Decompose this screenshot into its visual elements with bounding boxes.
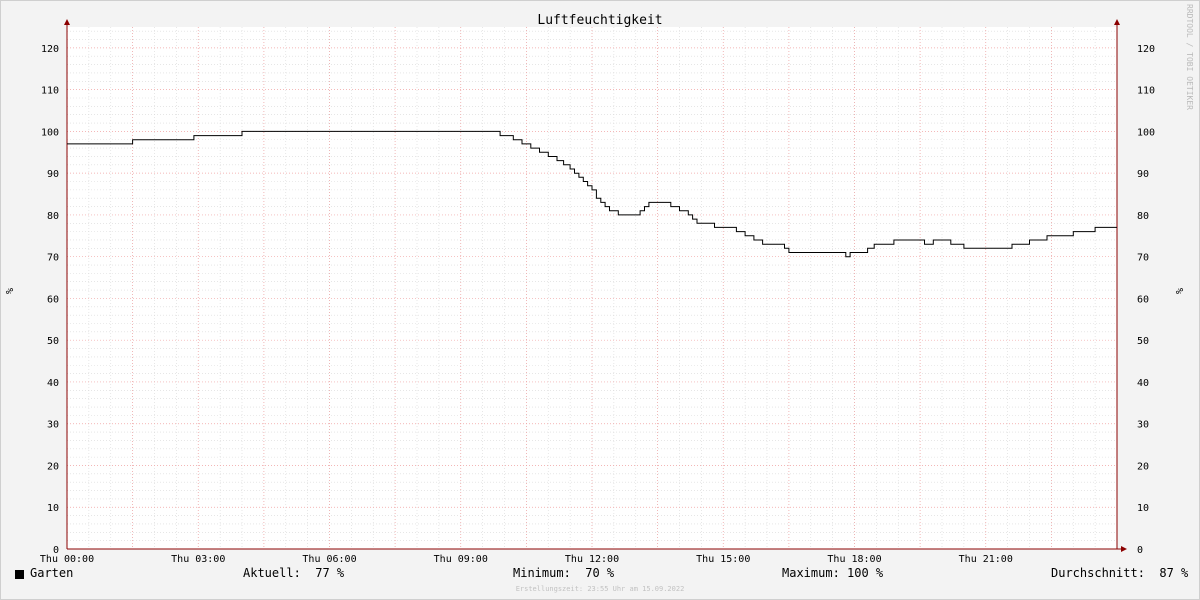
legend-maximum: Maximum: 100 % [782, 566, 884, 580]
x-tick-label: Thu 18:00 [827, 554, 881, 565]
x-tick-label: Thu 00:00 [40, 554, 94, 565]
x-axis-arrow [1121, 546, 1127, 552]
y-tick-label-left: 100 [41, 127, 59, 138]
legend-durchschnitt: Durchschnitt: 87 % [1051, 566, 1189, 580]
y-tick-label-left: 110 [41, 86, 59, 97]
chart-title: Luftfeuchtigkeit [537, 13, 662, 28]
x-tick-label: Thu 15:00 [696, 554, 750, 565]
y-tick-label-left: 30 [47, 420, 59, 431]
y-tick-label-right: 60 [1137, 294, 1149, 305]
y-tick-label-right: 80 [1137, 211, 1149, 222]
watermark: RRDTOOL / TOBI OETIKER [1185, 4, 1194, 110]
y-tick-label-right: 70 [1137, 253, 1149, 264]
y-tick-label-right: 120 [1137, 44, 1155, 55]
y-axis-arrow-left [64, 19, 70, 25]
y-tick-label-left: 50 [47, 336, 59, 347]
y-tick-label-right: 110 [1137, 86, 1155, 97]
humidity-chart: Luftfeuchtigkeit % % 0 010 1020 2030 3040 405… [3, 13, 1184, 565]
y-tick-label-right: 90 [1137, 169, 1149, 180]
y-tick-label-left: 40 [47, 378, 59, 389]
y-tick-label-left: 60 [47, 294, 59, 305]
y-tick-label-right: 20 [1137, 461, 1149, 472]
x-tick-label: Thu 06:00 [302, 554, 356, 565]
legend-aktuell: Aktuell: 77 % [243, 566, 345, 580]
y-tick-label-left: 90 [47, 169, 59, 180]
legend-series-label: Garten [30, 566, 74, 580]
y-axis-label-right: % [1173, 288, 1184, 294]
y-tick-label-left: 120 [41, 44, 59, 55]
x-tick-label: Thu 09:00 [434, 554, 488, 565]
y-tick-label-right: 40 [1137, 378, 1149, 389]
y-tick-label-right: 50 [1137, 336, 1149, 347]
y-tick-label-left: 10 [47, 503, 59, 514]
x-tick-label: Thu 21:00 [959, 554, 1013, 565]
y-tick-label-right: 100 [1137, 127, 1155, 138]
legend-minimum: Minimum: 70 % [513, 566, 615, 580]
y-tick-label-left: 80 [47, 211, 59, 222]
y-tick-label-right: 10 [1137, 503, 1149, 514]
y-tick-label-left: 20 [47, 461, 59, 472]
y-axis-arrow-right [1114, 19, 1120, 25]
y-tick-label-left: 70 [47, 253, 59, 264]
x-tick-label: Thu 12:00 [565, 554, 619, 565]
y-axis-label-left: % [3, 288, 14, 294]
legend-swatch [15, 570, 24, 579]
x-tick-label: Thu 03:00 [171, 554, 225, 565]
y-tick-label-right: 0 [1137, 545, 1143, 556]
footer-timestamp: Erstellungszeit: 23:55 Uhr am 15.09.2022 [515, 585, 685, 593]
y-tick-label-right: 30 [1137, 420, 1149, 431]
plot-layer: 0 010 1020 2030 3040 4050 5060 6070 7080 8090 9010… [40, 19, 1155, 565]
